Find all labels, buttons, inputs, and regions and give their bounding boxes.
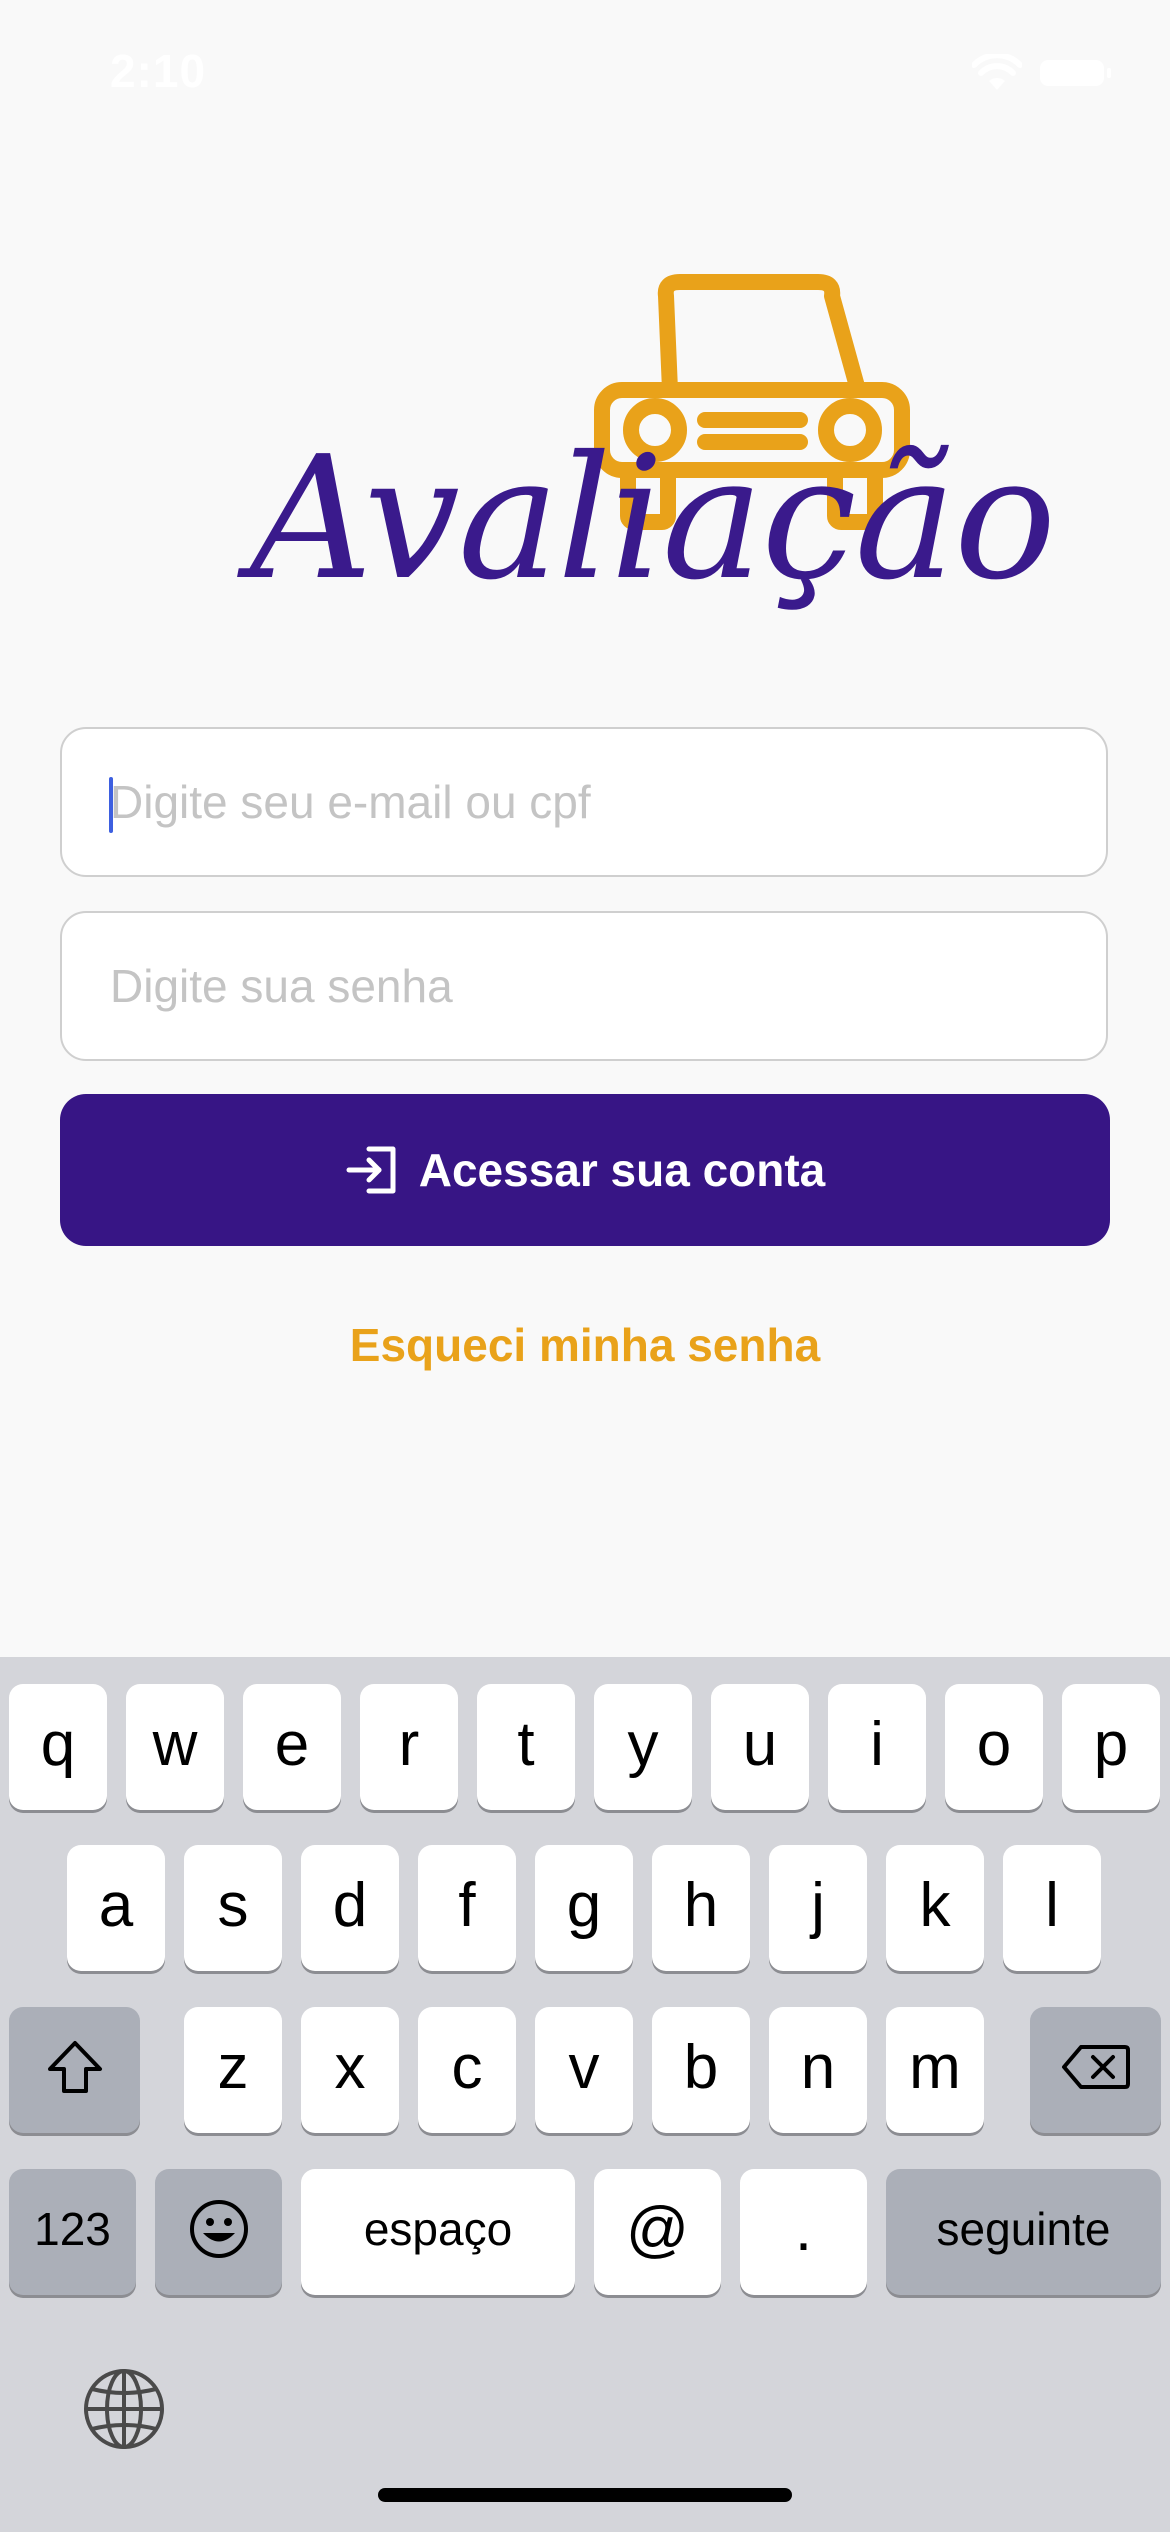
- login-arrow-icon: [345, 1145, 399, 1195]
- emoji-icon: [189, 2200, 248, 2258]
- key-dot[interactable]: .: [740, 2169, 867, 2295]
- logo-text: Avaliação: [250, 420, 1056, 618]
- key-k[interactable]: k: [886, 1845, 984, 1971]
- key-v[interactable]: v: [535, 2007, 633, 2133]
- key-j[interactable]: j: [769, 1845, 867, 1971]
- text-cursor: [109, 777, 113, 833]
- key-at[interactable]: @: [594, 2169, 721, 2295]
- key-l[interactable]: l: [1003, 1845, 1101, 1971]
- key-u[interactable]: u: [711, 1684, 809, 1810]
- email-field[interactable]: [60, 727, 1108, 877]
- email-input[interactable]: [110, 729, 1070, 875]
- key-t[interactable]: t: [477, 1684, 575, 1810]
- key-i[interactable]: i: [828, 1684, 926, 1810]
- delete-icon: [1061, 2045, 1130, 2089]
- key-d[interactable]: d: [301, 1845, 399, 1971]
- delete-key[interactable]: [1030, 2007, 1161, 2133]
- shift-key[interactable]: [9, 2007, 140, 2133]
- key-y[interactable]: y: [594, 1684, 692, 1810]
- key-n[interactable]: n: [769, 2007, 867, 2133]
- key-s[interactable]: s: [184, 1845, 282, 1971]
- key-f[interactable]: f: [418, 1845, 516, 1971]
- key-p[interactable]: p: [1062, 1684, 1160, 1810]
- wifi-icon: [972, 54, 1022, 90]
- key-o[interactable]: o: [945, 1684, 1043, 1810]
- key-g[interactable]: g: [535, 1845, 633, 1971]
- home-indicator: [378, 2488, 792, 2502]
- globe-icon[interactable]: [82, 2367, 166, 2451]
- forgot-password-link[interactable]: Esqueci minha senha: [0, 1318, 1170, 1372]
- key-a[interactable]: a: [67, 1845, 165, 1971]
- key-m[interactable]: m: [886, 2007, 984, 2133]
- key-z[interactable]: z: [184, 2007, 282, 2133]
- battery-icon: [1040, 60, 1111, 86]
- key-e[interactable]: e: [243, 1684, 341, 1810]
- emoji-key[interactable]: [155, 2169, 282, 2295]
- key-b[interactable]: b: [652, 2007, 750, 2133]
- key-w[interactable]: w: [126, 1684, 224, 1810]
- space-key[interactable]: espaço: [301, 2169, 575, 2295]
- numbers-key[interactable]: 123: [9, 2169, 136, 2295]
- login-button[interactable]: Acessar sua conta: [60, 1094, 1110, 1246]
- login-button-label: Acessar sua conta: [418, 1144, 826, 1196]
- key-c[interactable]: c: [418, 2007, 516, 2133]
- keyboard: q w e r t y u i o p a s d f g h j k l z …: [0, 1657, 1170, 2532]
- app-logo: Avaliação: [240, 270, 1056, 670]
- key-q[interactable]: q: [9, 1684, 107, 1810]
- key-r[interactable]: r: [360, 1684, 458, 1810]
- return-key[interactable]: seguinte: [886, 2169, 1161, 2295]
- password-field[interactable]: [60, 911, 1108, 1061]
- status-time: 2:10: [110, 45, 207, 97]
- status-bar: 2:10: [0, 0, 1170, 140]
- password-input[interactable]: [110, 913, 1070, 1059]
- key-h[interactable]: h: [652, 1845, 750, 1971]
- shift-icon: [47, 2041, 102, 2093]
- key-x[interactable]: x: [301, 2007, 399, 2133]
